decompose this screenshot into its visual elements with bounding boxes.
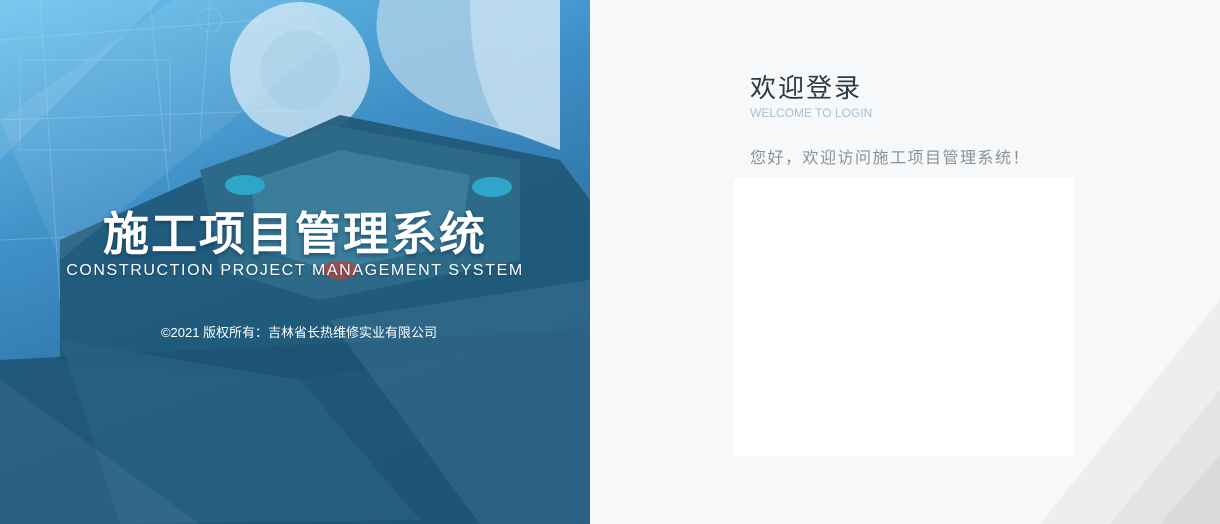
system-subtitle: CONSTRUCTION PROJECT MANAGEMENT SYSTEM [66, 262, 524, 279]
welcome-subtitle: WELCOME TO LOGIN [750, 106, 873, 120]
login-banner: 施工项目管理系统 CONSTRUCTION PROJECT MANAGEMENT… [0, 0, 590, 524]
copyright-text: ©2021 版权所有：吉林省长热维修实业有限公司 [160, 325, 438, 340]
login-form-frame[interactable] [733, 178, 1074, 456]
login-panel: 欢迎登录 WELCOME TO LOGIN 您好，欢迎访问施工项目管理系统！ [590, 0, 1220, 524]
system-title: 施工项目管理系统 [103, 207, 487, 261]
greeting-text: 您好，欢迎访问施工项目管理系统！ [750, 148, 1031, 167]
welcome-title: 欢迎登录 [750, 74, 863, 104]
